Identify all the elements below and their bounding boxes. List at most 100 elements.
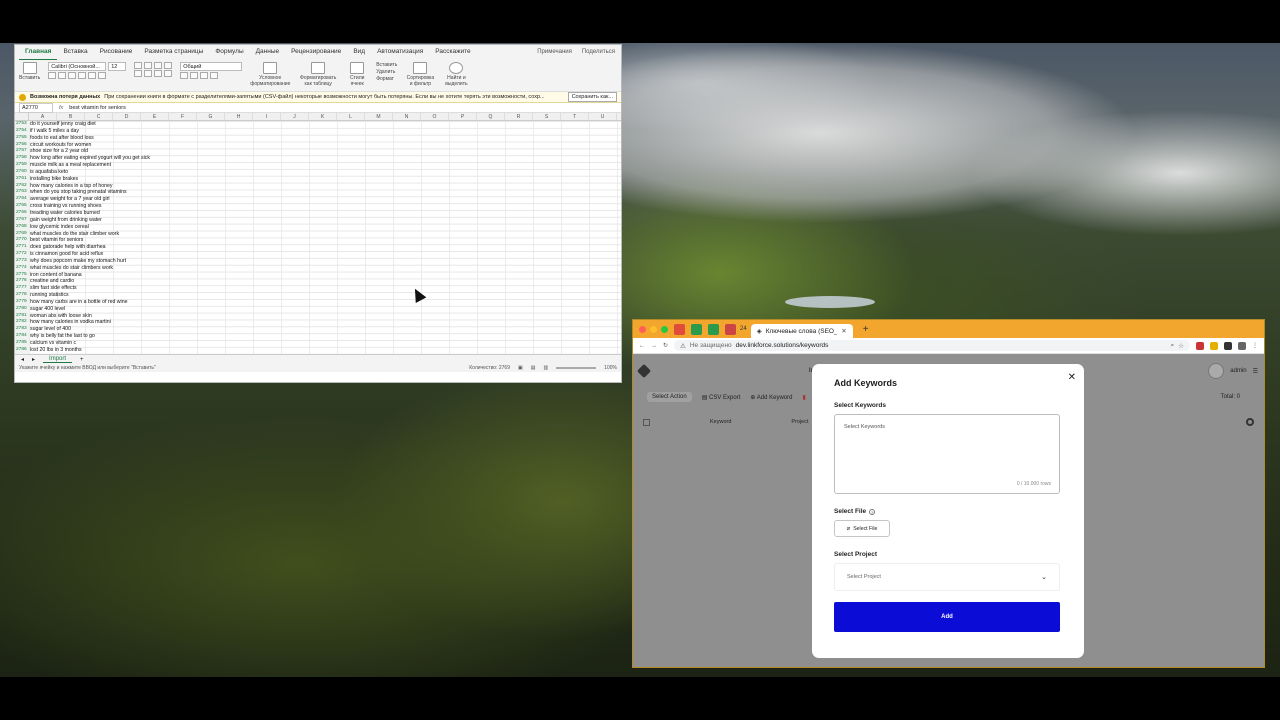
align-middle-icon[interactable]: [144, 62, 153, 69]
cell-text[interactable]: installing bike brakes: [29, 176, 78, 183]
active-browser-tab[interactable]: ◈ Ключевые слова (SEO_ADM ✕: [750, 324, 853, 338]
table-row[interactable]: 2765 cross training vs running shoes: [15, 203, 621, 210]
merge-icon[interactable]: [164, 70, 173, 77]
cell-text[interactable]: is cinnamon good for acid reflux: [29, 251, 103, 258]
row-number[interactable]: 2755: [15, 134, 29, 142]
tab-home[interactable]: Главная: [19, 45, 58, 60]
row-number[interactable]: 2760: [15, 168, 29, 176]
cell-text[interactable]: shoe size for a 2 year old: [29, 148, 88, 155]
add-keyword-button[interactable]: ⊕ Add Keyword: [750, 394, 792, 401]
cell-text[interactable]: how many calories in a tsp of honey: [29, 183, 112, 190]
font-size-select[interactable]: 12: [108, 62, 127, 71]
project-select[interactable]: Select Project ⌄: [834, 563, 1060, 591]
table-row[interactable]: 2773 why does popcorn make my stomach hur…: [15, 257, 621, 265]
table-row[interactable]: 2768 low glycemic index cereal: [15, 223, 621, 231]
cell-text[interactable]: why does popcorn make my stomach hurt: [29, 258, 126, 265]
column-header[interactable]: N: [393, 113, 421, 120]
table-row[interactable]: 2776 creatine and cardio: [15, 278, 621, 286]
sheet-tab-import[interactable]: Import: [43, 356, 73, 363]
wrap-text-icon[interactable]: [164, 62, 173, 69]
delete-cells-button[interactable]: Удалить: [376, 69, 395, 75]
reload-icon[interactable]: ↻: [663, 342, 668, 349]
table-row[interactable]: 2764 average weight for a 7 year old girl: [15, 196, 621, 204]
column-header[interactable]: R: [505, 113, 533, 120]
cell-text[interactable]: foods to eat after blood loss: [29, 135, 94, 142]
increase-decimal-icon[interactable]: [210, 72, 219, 79]
hamburger-icon[interactable]: ☰: [1253, 368, 1258, 375]
table-row[interactable]: 2757 shoe size for a 2 year old: [15, 148, 621, 156]
cell-text[interactable]: how many carbs are in a bottle of red wi…: [29, 299, 127, 306]
align-top-icon[interactable]: [134, 62, 143, 69]
fill-color-icon[interactable]: [88, 72, 97, 79]
spreadsheet-grid[interactable]: 2753 do it yourself jenny craig diet 2754 i…: [15, 121, 621, 354]
format-cells-button[interactable]: Формат: [376, 76, 394, 82]
cell-text[interactable]: is aquafaba keto: [29, 169, 68, 176]
column-header[interactable]: B: [57, 113, 85, 120]
select-action-button[interactable]: Select Action: [647, 392, 692, 402]
tab-formulas[interactable]: Формулы: [209, 45, 249, 59]
underline-icon[interactable]: [68, 72, 77, 79]
table-row[interactable]: 2771 does gatorade help with diarrhea: [15, 244, 621, 252]
cell-text[interactable]: running statistics: [29, 292, 69, 299]
cell-text[interactable]: sugar level of 400: [29, 326, 71, 333]
cell-text[interactable]: cross training vs running shoes: [29, 203, 102, 210]
row-number[interactable]: 2779: [15, 298, 29, 306]
cell-text[interactable]: circuit workouts for women: [29, 142, 91, 149]
column-keyword[interactable]: Keyword: [710, 419, 731, 425]
align-center-icon[interactable]: [144, 70, 153, 77]
table-row[interactable]: 2781 woman abs with loose skin: [15, 312, 621, 320]
page-break-icon[interactable]: ▥: [543, 365, 548, 371]
tab-data[interactable]: Данные: [250, 45, 285, 59]
cell-text[interactable]: creatine and cardio: [29, 278, 74, 285]
table-row[interactable]: 2770 best vitamin for seniors: [15, 237, 621, 245]
close-icon[interactable]: ✕: [1068, 372, 1076, 383]
number-format-select[interactable]: Общий: [180, 62, 243, 71]
table-row[interactable]: 2777 slim fast side effects: [15, 285, 621, 293]
cell-styles-button[interactable]: Стили ячеек: [346, 62, 368, 87]
tab-automate[interactable]: Автоматизация: [371, 45, 429, 59]
cell-text[interactable]: treading water calories burned: [29, 210, 100, 217]
gear-icon[interactable]: [1246, 418, 1254, 426]
select-file-button[interactable]: ⌀ Select File: [834, 520, 890, 537]
cond-format-button[interactable]: Условное форматирование: [250, 62, 290, 87]
close-tab-icon[interactable]: ✕: [841, 327, 846, 335]
table-row[interactable]: 2782 how many calories in vodka martini: [15, 319, 621, 327]
add-sheet-icon[interactable]: +: [80, 357, 84, 363]
table-row[interactable]: 2754 if i walk 5 miles a day: [15, 127, 621, 135]
cell-text[interactable]: slim fast side effects: [29, 285, 77, 292]
delete-icon[interactable]: ▮: [802, 394, 805, 401]
column-header[interactable]: P: [449, 113, 477, 120]
table-row[interactable]: 2780 sugar 400 level: [15, 305, 621, 313]
table-row[interactable]: 2761 installing bike brakes: [15, 175, 621, 183]
user-menu[interactable]: admin ☰: [1208, 363, 1258, 379]
row-number[interactable]: 2784: [15, 333, 29, 340]
table-row[interactable]: 2775 iron content of banana: [15, 271, 621, 279]
extensions-puzzle-icon[interactable]: [1224, 341, 1232, 350]
zoom-icon[interactable]: ⌕: [1171, 342, 1175, 350]
extension-icon-2[interactable]: [1210, 341, 1218, 350]
table-row[interactable]: 2769 what muscles do the stair climber wo…: [15, 230, 621, 238]
help-icon[interactable]: ?: [869, 508, 876, 515]
column-header[interactable]: T: [561, 113, 589, 120]
tab-insert[interactable]: Вставка: [57, 45, 93, 59]
cell-text[interactable]: sugar 400 level: [29, 306, 65, 313]
cell-text[interactable]: gain weight from drinking water: [29, 217, 102, 224]
save-as-button[interactable]: Сохранить как...: [567, 92, 617, 102]
column-header[interactable]: E: [141, 113, 169, 120]
add-button[interactable]: Add: [834, 602, 1060, 632]
pinned-tab-sheets-icon[interactable]: [691, 323, 702, 335]
keywords-textarea[interactable]: Select Keywords 0 / 10.000 rows: [834, 414, 1060, 494]
cell-text[interactable]: lost 20 lbs in 3 months: [29, 347, 82, 354]
cell-text[interactable]: what muscles do the stair climber work: [29, 231, 119, 238]
share-button[interactable]: Поделиться: [582, 49, 615, 55]
row-number[interactable]: 2766: [15, 209, 29, 217]
tab-tell-me[interactable]: Расскажите: [429, 45, 476, 59]
table-row[interactable]: 2767 gain weight from drinking water: [15, 216, 621, 224]
pinned-tab-sheets-2-icon[interactable]: [708, 323, 719, 335]
column-header[interactable]: J: [281, 113, 309, 120]
table-row[interactable]: 2762 how many calories in a tsp of honey: [15, 182, 621, 190]
column-header[interactable]: D: [113, 113, 141, 120]
url-field[interactable]: ⚠ Не защищено dev.linkforce.solutions/ke…: [674, 340, 1190, 351]
table-row[interactable]: 2774 what muscles do stair climbers work: [15, 264, 621, 272]
table-row[interactable]: 2779 how many carbs are in a bottle of re…: [15, 298, 621, 306]
